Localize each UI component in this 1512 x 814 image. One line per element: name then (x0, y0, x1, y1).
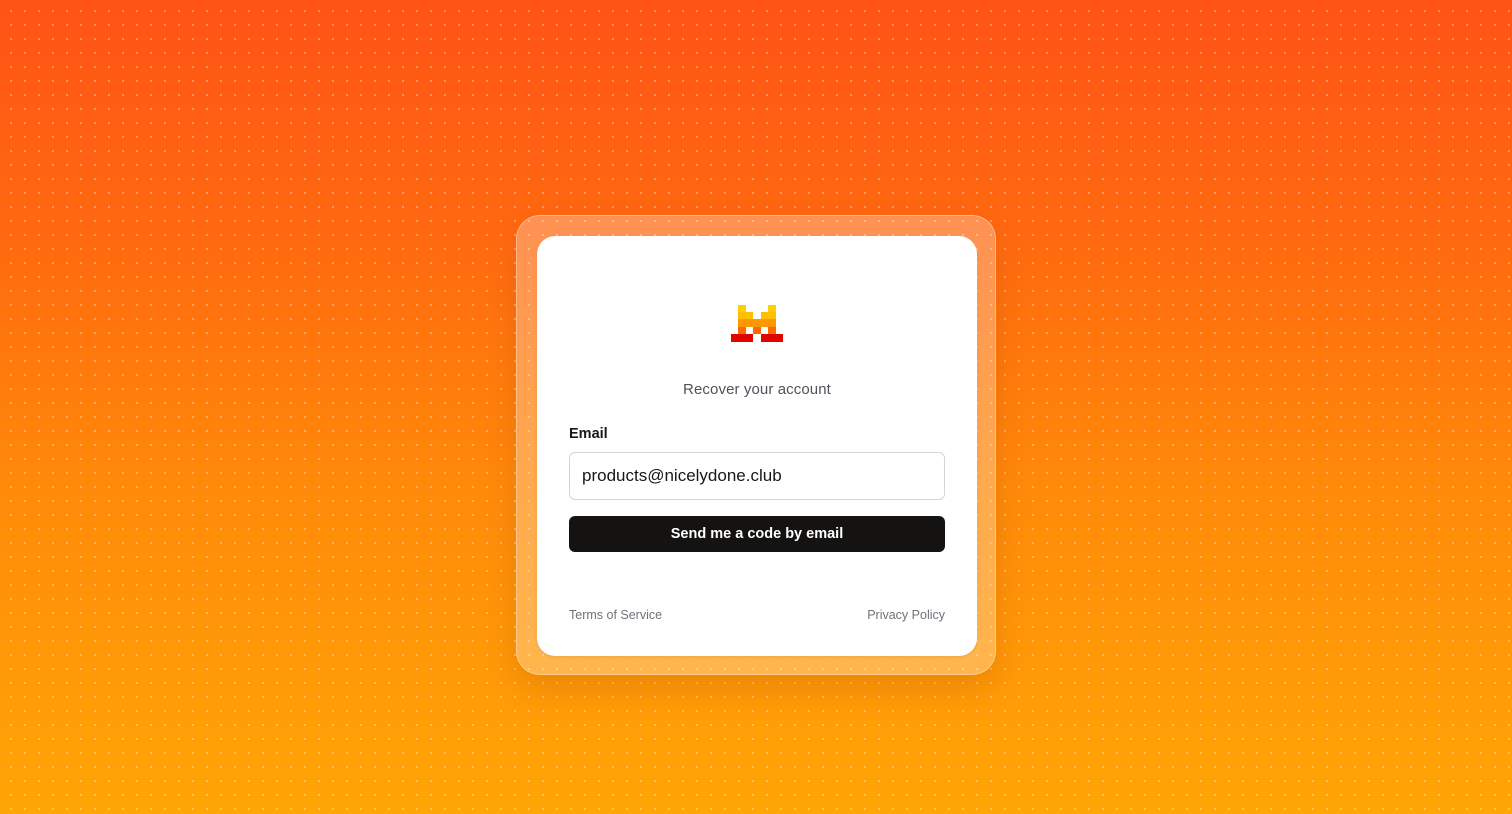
privacy-policy-link[interactable]: Privacy Policy (867, 608, 945, 622)
card-frame: Recover your account Email Send me a cod… (516, 215, 996, 675)
recover-account-card: Recover your account Email Send me a cod… (537, 236, 977, 656)
page-subtitle: Recover your account (683, 381, 831, 398)
send-code-button[interactable]: Send me a code by email (569, 516, 945, 552)
card-footer: Terms of Service Privacy Policy (569, 608, 945, 622)
email-input[interactable] (569, 452, 945, 500)
pixel-m-logo-icon (731, 305, 783, 342)
terms-of-service-link[interactable]: Terms of Service (569, 608, 662, 622)
email-label: Email (569, 426, 608, 442)
